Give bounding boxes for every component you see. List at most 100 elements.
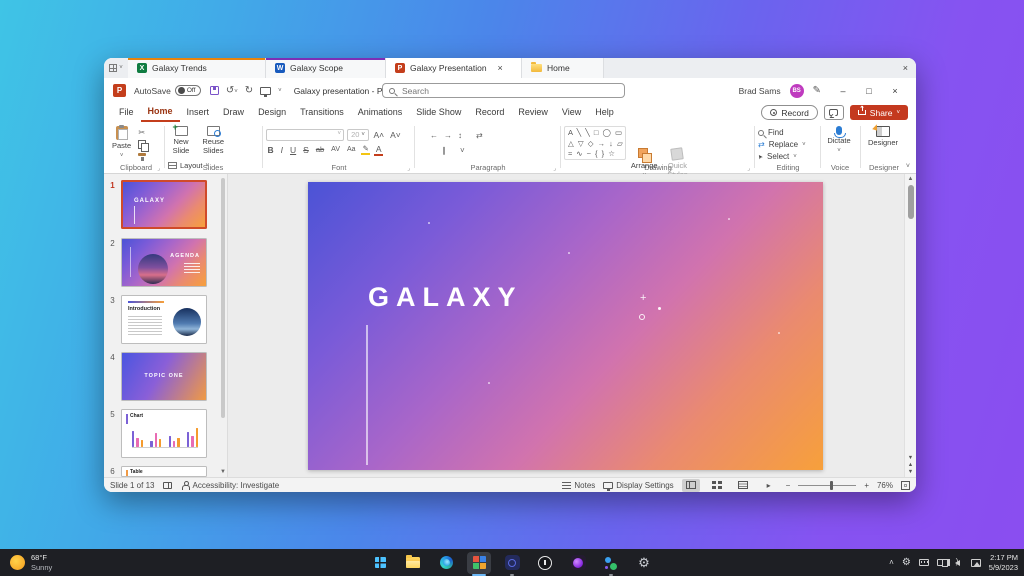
replace-button[interactable]: ⇄Replace˅ <box>758 140 818 149</box>
font-color-button[interactable]: A <box>374 144 383 156</box>
autosave-control[interactable]: AutoSave Off <box>134 85 201 96</box>
search-input[interactable] <box>400 85 618 97</box>
normal-view-button[interactable] <box>682 479 700 492</box>
text-direction-button[interactable]: ⇄ <box>476 131 483 140</box>
menu-design[interactable]: Design <box>251 104 293 121</box>
font-size-dropdown[interactable]: 20˅ <box>347 129 369 141</box>
zoom-slider-thumb[interactable] <box>830 481 833 490</box>
ring-app-button[interactable] <box>533 552 557 574</box>
dots-app-button[interactable] <box>599 552 623 574</box>
font-name-dropdown[interactable] <box>266 129 344 141</box>
dictate-button[interactable]: Dictate ˅ <box>822 122 856 155</box>
start-slideshow-icon[interactable] <box>260 87 271 95</box>
zoom-level[interactable]: 76% <box>877 481 893 490</box>
search-box[interactable] <box>382 83 625 98</box>
thumbnail-scrollbar[interactable] <box>221 178 225 418</box>
cut-button[interactable]: ✂ <box>138 128 147 137</box>
menu-insert[interactable]: Insert <box>180 104 217 121</box>
weather-widget[interactable]: 68°F Sunny <box>10 553 52 572</box>
menu-transitions[interactable]: Transitions <box>293 104 351 121</box>
zoom-slider[interactable] <box>798 485 856 486</box>
thumbnail-slide-4[interactable]: TOPIC ONE <box>121 352 207 401</box>
previous-slide-icon[interactable]: ▲ <box>908 462 913 468</box>
dialog-launcher-icon[interactable]: ⌟ <box>553 165 556 172</box>
settings-button[interactable]: ⚙ <box>632 552 656 574</box>
zoom-in-button[interactable]: + <box>864 481 869 490</box>
vertical-scrollbar[interactable]: ▲ ▼ ▲ ▼ <box>904 174 916 477</box>
thumbnail-slide-2[interactable]: AGENDA <box>121 238 207 287</box>
find-button[interactable]: Find <box>758 128 818 137</box>
share-button[interactable]: Share ˅ <box>850 105 908 120</box>
subscript-button[interactable]: ab <box>314 145 325 154</box>
customize-qat-chevron-icon[interactable]: ˅ <box>278 88 282 94</box>
line-spacing-button[interactable]: ↕ <box>458 131 462 140</box>
menu-slide-show[interactable]: Slide Show <box>409 104 468 121</box>
tab-galaxy-presentation[interactable]: P Galaxy Presentation × <box>386 58 522 78</box>
format-painter-button[interactable] <box>138 152 147 161</box>
character-spacing-button[interactable]: AV <box>330 146 342 153</box>
autosave-toggle[interactable]: Off <box>175 85 201 96</box>
columns-button[interactable]: ∥ <box>442 146 446 155</box>
copy-button[interactable] <box>138 140 146 149</box>
redo-button[interactable]: ↻ <box>245 85 253 96</box>
bold-button[interactable]: B <box>266 145 275 155</box>
accessibility-checker[interactable]: Accessibility: Investigate <box>181 481 279 490</box>
outdent-button[interactable]: ← <box>430 131 438 140</box>
keyboard-icon[interactable] <box>919 559 929 566</box>
reading-view-button[interactable] <box>734 479 752 492</box>
smartart-button[interactable]: ˅ <box>460 146 465 155</box>
close-button[interactable]: × <box>882 86 908 96</box>
paste-button[interactable]: Paste ˅ <box>112 122 131 160</box>
decrease-font-button[interactable]: A˅ <box>389 130 403 140</box>
thumbnail-slide-3[interactable]: Introduction <box>121 295 207 344</box>
dialog-launcher-icon[interactable]: ⌟ <box>747 165 750 172</box>
edge-button[interactable] <box>434 552 458 574</box>
menu-home[interactable]: Home <box>141 103 180 122</box>
tray-photos-icon[interactable] <box>971 559 981 567</box>
slide-indicator[interactable]: Slide 1 of 13 <box>110 481 154 490</box>
purple-app-button[interactable] <box>566 552 590 574</box>
menu-help[interactable]: Help <box>588 104 621 121</box>
cast-display-icon[interactable] <box>937 559 947 566</box>
slide-editor[interactable]: GALAXY + <box>308 182 823 470</box>
change-case-button[interactable]: Aa <box>346 146 358 153</box>
tab-home[interactable]: Home <box>522 58 604 78</box>
tab-options-button[interactable]: ˅ <box>104 58 128 78</box>
tab-galaxy-trends[interactable]: X Galaxy Trends <box>128 58 266 78</box>
notes-button[interactable]: Notes <box>562 481 595 490</box>
file-explorer-button[interactable] <box>401 552 425 574</box>
display-settings-button[interactable]: Display Settings <box>603 481 673 490</box>
slide-canvas[interactable]: GALAXY + <box>228 174 916 477</box>
volume-icon[interactable] <box>955 560 960 566</box>
strikethrough-button[interactable]: S <box>302 145 311 155</box>
spell-check-icon[interactable] <box>163 482 172 489</box>
highlight-button[interactable]: ✎ <box>361 144 370 155</box>
tray-gear-icon[interactable]: ⚙ <box>902 557 911 568</box>
select-button[interactable]: ➤Select˅ <box>758 152 818 161</box>
menu-view[interactable]: View <box>555 104 588 121</box>
menu-review[interactable]: Review <box>511 104 555 121</box>
menu-file[interactable]: File <box>112 104 141 121</box>
slide-title-text[interactable]: GALAXY <box>368 282 523 313</box>
navy-app-button[interactable] <box>500 552 524 574</box>
underline-button[interactable]: U <box>289 145 298 155</box>
new-slide-button[interactable]: New Slide <box>166 122 196 155</box>
collapse-ribbon-chevron-icon[interactable]: ˅ <box>906 163 910 170</box>
screenshot-tool-button[interactable] <box>467 552 491 574</box>
hidden-icons-chevron[interactable]: ˄ <box>889 558 894 567</box>
thumbnail-slide-5[interactable]: Chart <box>121 409 207 458</box>
scroll-down-icon[interactable]: ▼ <box>908 455 913 461</box>
avatar[interactable]: BS <box>790 84 804 98</box>
next-slide-icon[interactable]: ▼ <box>908 469 913 475</box>
start-button[interactable] <box>368 552 392 574</box>
thumbnail-slide-1[interactable]: GALAXY <box>121 180 207 229</box>
zoom-out-button[interactable]: − <box>786 481 791 490</box>
reuse-slides-button[interactable]: Reuse Slides <box>198 122 228 155</box>
record-button[interactable]: Record <box>761 105 817 120</box>
menu-record[interactable]: Record <box>468 104 511 121</box>
shape-gallery[interactable]: A ╲ ╲ □ ◯ ▭ △ ▽ ◇ → ↓ ▱ ≈ ∿ ~ { } ☆ <box>564 126 626 160</box>
tab-close-icon[interactable]: × <box>498 63 503 73</box>
dialog-launcher-icon[interactable]: ⌟ <box>157 165 160 172</box>
fit-to-window-icon[interactable] <box>901 481 910 490</box>
menu-animations[interactable]: Animations <box>351 104 410 121</box>
